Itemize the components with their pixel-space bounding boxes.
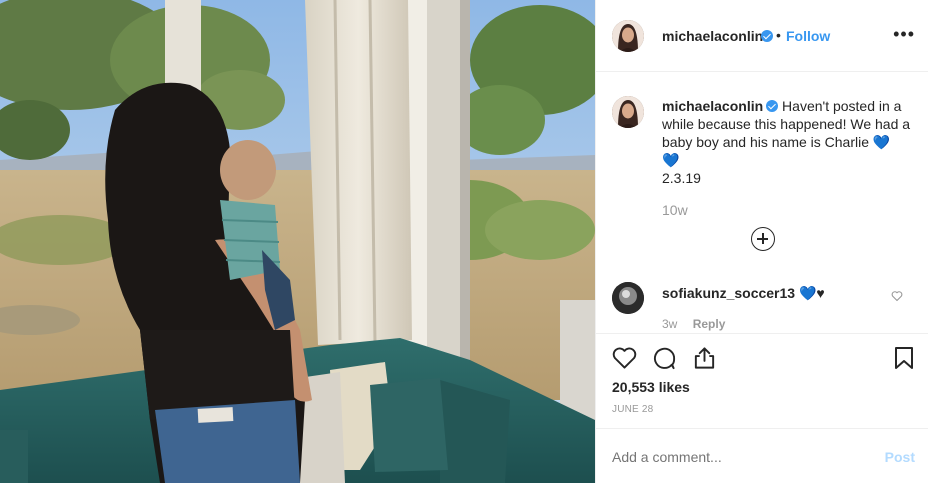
comment-item: sofiakunz_soccer13 💙♥ 3w Reply xyxy=(596,280,928,333)
add-comment-bar: Post xyxy=(596,428,928,483)
post-comment-button[interactable]: Post xyxy=(885,449,915,465)
bookmark-icon[interactable] xyxy=(893,346,915,370)
separator-dot: • xyxy=(776,27,781,43)
comment-meta: 3w Reply xyxy=(662,317,725,331)
comment-time-ago[interactable]: 3w xyxy=(662,317,677,331)
caption: michaelaconlin Haven't posted in a while… xyxy=(662,97,914,187)
avatar-image xyxy=(612,282,644,314)
author-username[interactable]: michaelaconlin xyxy=(662,28,763,44)
comment-body: sofiakunz_soccer13 💙♥ xyxy=(662,285,825,302)
caption-avatar[interactable] xyxy=(612,96,644,128)
post-header: michaelaconlin • Follow ••• xyxy=(596,0,928,72)
caption-continued: 💙 2.3.19 xyxy=(662,152,701,186)
photo-mother-holding-baby xyxy=(0,0,595,483)
speech-bubble-icon[interactable] xyxy=(652,346,677,370)
comment-heart-icon[interactable] xyxy=(891,290,903,302)
commenter-avatar[interactable] xyxy=(612,282,644,314)
post-date[interactable]: JUNE 28 xyxy=(612,404,653,415)
share-icon[interactable] xyxy=(692,346,717,370)
comment-text: 💙♥ xyxy=(798,285,825,301)
reply-button[interactable]: Reply xyxy=(693,317,726,331)
verified-badge-icon xyxy=(761,30,773,42)
follow-button[interactable]: Follow xyxy=(786,28,830,44)
plus-circle-icon[interactable] xyxy=(751,227,775,251)
avatar-image xyxy=(612,20,644,52)
comment-input[interactable] xyxy=(612,449,862,465)
likes-count[interactable]: 20,553 likes xyxy=(612,379,690,395)
caption-time-ago[interactable]: 10w xyxy=(662,202,688,218)
heart-icon[interactable] xyxy=(612,346,637,370)
more-options-icon[interactable]: ••• xyxy=(893,24,915,45)
profile-avatar[interactable] xyxy=(612,20,644,52)
verified-badge-icon xyxy=(766,100,779,112)
action-bar xyxy=(596,334,928,382)
avatar-image xyxy=(612,96,644,128)
post-details-panel: michaelaconlin • Follow ••• michaelaconl… xyxy=(595,0,928,483)
commenter-username[interactable]: sofiakunz_soccer13 xyxy=(662,285,795,301)
post-photo[interactable] xyxy=(0,0,595,483)
caption-username[interactable]: michaelaconlin xyxy=(662,98,763,114)
comments-section[interactable]: michaelaconlin Haven't posted in a while… xyxy=(596,72,928,334)
